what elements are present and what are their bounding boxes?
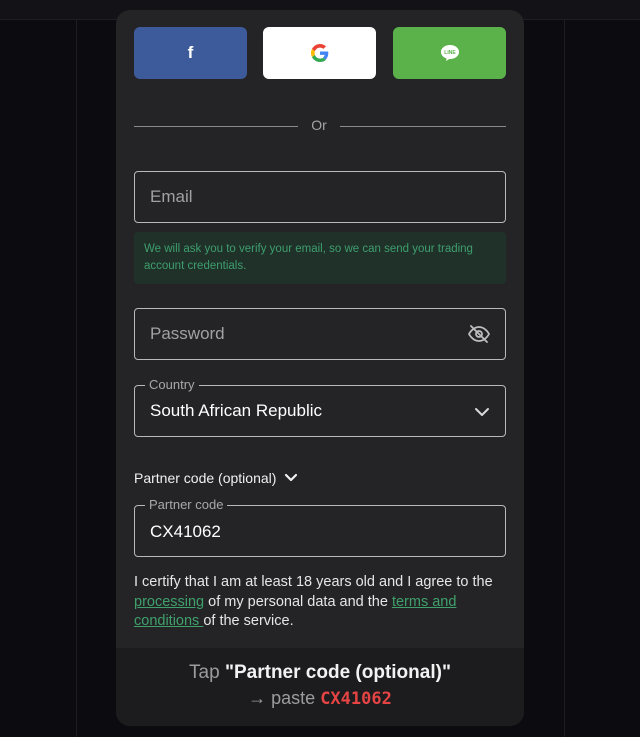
page-gutter-line	[76, 20, 77, 737]
terms-prefix: I certify that I am at least 18 years ol…	[134, 574, 493, 590]
line-login-button[interactable]: LINE	[393, 27, 506, 79]
signup-card: f LINE Or We will ask you to verify your…	[116, 10, 524, 726]
terms-suffix: of the service.	[203, 613, 294, 629]
divider-label: Or	[311, 117, 327, 133]
facebook-icon: f	[187, 43, 194, 62]
country-label: Country	[145, 376, 199, 394]
instruction-paste: → paste	[248, 688, 321, 708]
instruction-line-2: → paste CX41062	[116, 688, 524, 709]
instruction-overlay: Tap "Partner code (optional)" → paste CX…	[116, 648, 524, 726]
partner-code-toggle-label: Partner code (optional)	[134, 470, 277, 486]
password-input[interactable]	[135, 309, 505, 359]
page-gutter-line	[564, 20, 565, 737]
or-divider: Or	[134, 116, 506, 136]
line-icon: LINE	[440, 45, 459, 61]
country-value: South African Republic	[150, 401, 322, 420]
eye-slash-icon[interactable]	[467, 322, 491, 346]
google-icon	[310, 44, 328, 62]
partner-code-input[interactable]	[135, 506, 505, 556]
divider-line-left	[134, 126, 298, 127]
processing-link[interactable]: processing	[134, 594, 204, 610]
divider-line-right	[340, 126, 506, 127]
email-verification-notice: We will ask you to verify your email, so…	[134, 232, 506, 284]
terms-text: I certify that I am at least 18 years ol…	[134, 573, 514, 632]
instruction-code: CX41062	[320, 689, 392, 709]
facebook-login-button[interactable]: f	[134, 27, 247, 79]
svg-text:LINE: LINE	[444, 50, 456, 56]
password-field-box	[134, 308, 506, 360]
email-input[interactable]	[135, 172, 505, 222]
instruction-line-1: Tap "Partner code (optional)"	[116, 662, 524, 684]
instruction-tap: Tap	[189, 662, 225, 683]
chevron-down-icon	[475, 408, 489, 416]
terms-middle: of my personal data and the	[204, 593, 392, 610]
instruction-target: "Partner code (optional)"	[224, 662, 451, 683]
country-select[interactable]: Country South African Republic	[134, 376, 506, 437]
partner-code-toggle[interactable]: Partner code (optional)	[134, 470, 298, 486]
chevron-down-icon	[285, 473, 298, 482]
google-login-button[interactable]	[263, 27, 376, 79]
email-field-box	[134, 171, 506, 223]
partner-code-field-box: Partner code	[134, 496, 506, 557]
